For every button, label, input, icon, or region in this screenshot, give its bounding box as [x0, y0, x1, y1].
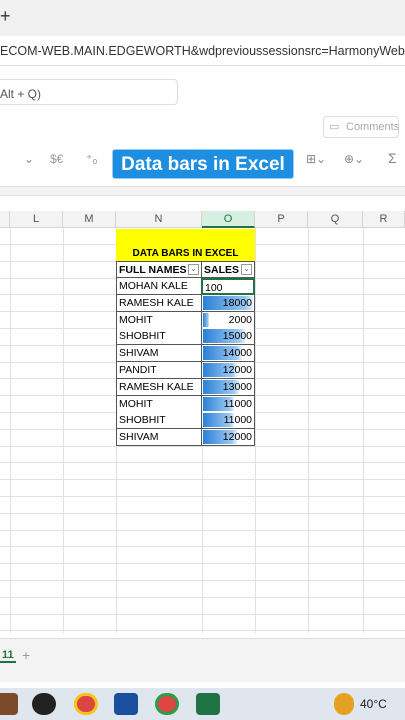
name-cell[interactable]: MOHIT: [116, 395, 202, 413]
sales-cell[interactable]: 15000: [201, 328, 255, 346]
excel-icon[interactable]: [196, 693, 220, 715]
app-icon[interactable]: [0, 693, 18, 715]
column-header-partial: [0, 211, 10, 228]
sales-value: 100: [205, 282, 223, 294]
filter-dropdown-icon[interactable]: ⌄: [188, 264, 199, 275]
chrome-icon[interactable]: [74, 693, 98, 715]
sales-value: 2000: [228, 313, 252, 326]
filter-dropdown-icon[interactable]: ⌄: [241, 264, 252, 275]
address-bar[interactable]: ECOM-WEB.MAIN.EDGEWORTH&wdprevioussessio…: [0, 36, 405, 66]
row-gridline: [0, 512, 405, 514]
temperature: 40°C: [360, 697, 387, 711]
column-header-l[interactable]: L: [10, 211, 63, 228]
sales-cell[interactable]: 12000: [201, 429, 255, 447]
comment-icon: ▭: [329, 121, 340, 133]
add-sheet-button[interactable]: +: [22, 647, 30, 663]
sales-cell[interactable]: 18000: [201, 294, 255, 312]
browser-tab-bar: +: [0, 0, 405, 36]
row-gridline: [0, 496, 405, 497]
column-header-o[interactable]: O: [202, 211, 255, 228]
decimal-icon[interactable]: ⁺₀: [86, 152, 97, 166]
header-sales-label: SALES: [204, 264, 240, 276]
header-full-names-label: FULL NAMES: [119, 264, 187, 276]
chrome-icon[interactable]: [155, 693, 179, 715]
sales-value: 12000: [222, 431, 252, 444]
sales-cell[interactable]: 14000: [201, 345, 255, 363]
sales-cell[interactable]: 100: [201, 278, 255, 295]
sales-value: 13000: [222, 380, 252, 393]
sales-cell[interactable]: 13000: [201, 378, 255, 396]
name-cell[interactable]: PANDIT: [116, 362, 202, 379]
row-gridline: [0, 613, 405, 615]
sales-cell[interactable]: 12000: [201, 362, 255, 379]
name-cell[interactable]: SHOBHIT: [116, 328, 202, 346]
header-sales[interactable]: SALES ⌄: [201, 261, 255, 278]
name-cell[interactable]: MOHIT: [116, 311, 202, 329]
video-overlay-title: Data bars in Excel: [112, 149, 294, 179]
obs-icon[interactable]: [32, 693, 56, 715]
video-editor-icon[interactable]: [114, 693, 138, 715]
column-header-p[interactable]: P: [255, 211, 308, 228]
new-tab-button[interactable]: +: [0, 6, 11, 27]
sales-value: 11000: [223, 414, 252, 427]
sum-icon[interactable]: Σ: [388, 150, 397, 166]
table-title-cell[interactable]: DATA BARS IN EXCEL: [116, 229, 255, 261]
row-gridline: [0, 479, 405, 481]
sales-value: 11000: [223, 397, 252, 410]
sheet-tab-bar: 11 +: [0, 638, 405, 682]
search-input[interactable]: Alt + Q): [0, 79, 178, 105]
sales-cell[interactable]: 11000: [201, 395, 255, 413]
comments-button[interactable]: ▭ Comments: [323, 116, 399, 138]
name-cell[interactable]: MOHAN KALE: [116, 278, 202, 295]
sales-value: 12000: [222, 364, 252, 376]
search-placeholder: Alt + Q): [0, 87, 42, 101]
insert-icon[interactable]: ⊕⌄: [344, 152, 364, 166]
sales-value: 14000: [222, 347, 252, 360]
column-header-r[interactable]: R: [363, 211, 405, 228]
url-text: ECOM-WEB.MAIN.EDGEWORTH&wdprevioussessio…: [0, 44, 405, 58]
taskbar: 40°C: [0, 688, 405, 720]
name-cell[interactable]: RAMESH KALE: [116, 294, 202, 312]
sheet-tab[interactable]: 11: [0, 649, 16, 663]
sales-value: 18000: [222, 296, 252, 309]
comments-label: Comments: [346, 121, 400, 133]
data-bar: [203, 312, 209, 327]
header-full-names[interactable]: FULL NAMES ⌄: [116, 261, 202, 278]
column-header-row: L M N O P Q R: [0, 211, 405, 228]
weather-icon: [334, 693, 354, 715]
name-cell[interactable]: RAMESH KALE: [116, 378, 202, 396]
column-header-n[interactable]: N: [116, 211, 202, 228]
row-gridline: [0, 546, 405, 548]
row-gridline: [0, 630, 405, 632]
chevron-down-icon[interactable]: ⌄: [24, 152, 34, 166]
row-gridline: [0, 529, 405, 531]
name-cell[interactable]: SHIVAM: [116, 345, 202, 363]
sales-value: 15000: [222, 330, 252, 343]
column-header-q[interactable]: Q: [308, 211, 363, 228]
column-header-m[interactable]: M: [63, 211, 116, 228]
currency-format-icon[interactable]: $€: [50, 152, 63, 166]
name-cell[interactable]: SHIVAM: [116, 429, 202, 447]
row-gridline: [0, 563, 405, 565]
sales-cell[interactable]: 2000: [201, 311, 255, 329]
row-gridline: [0, 462, 405, 464]
row-gridline: [0, 596, 405, 598]
sales-cell[interactable]: 11000: [201, 412, 255, 430]
format-icon[interactable]: ⊞⌄: [306, 152, 326, 166]
formula-bar-separator: [0, 186, 405, 196]
name-cell[interactable]: SHOBHIT: [116, 412, 202, 430]
row-gridline: [0, 580, 405, 581]
